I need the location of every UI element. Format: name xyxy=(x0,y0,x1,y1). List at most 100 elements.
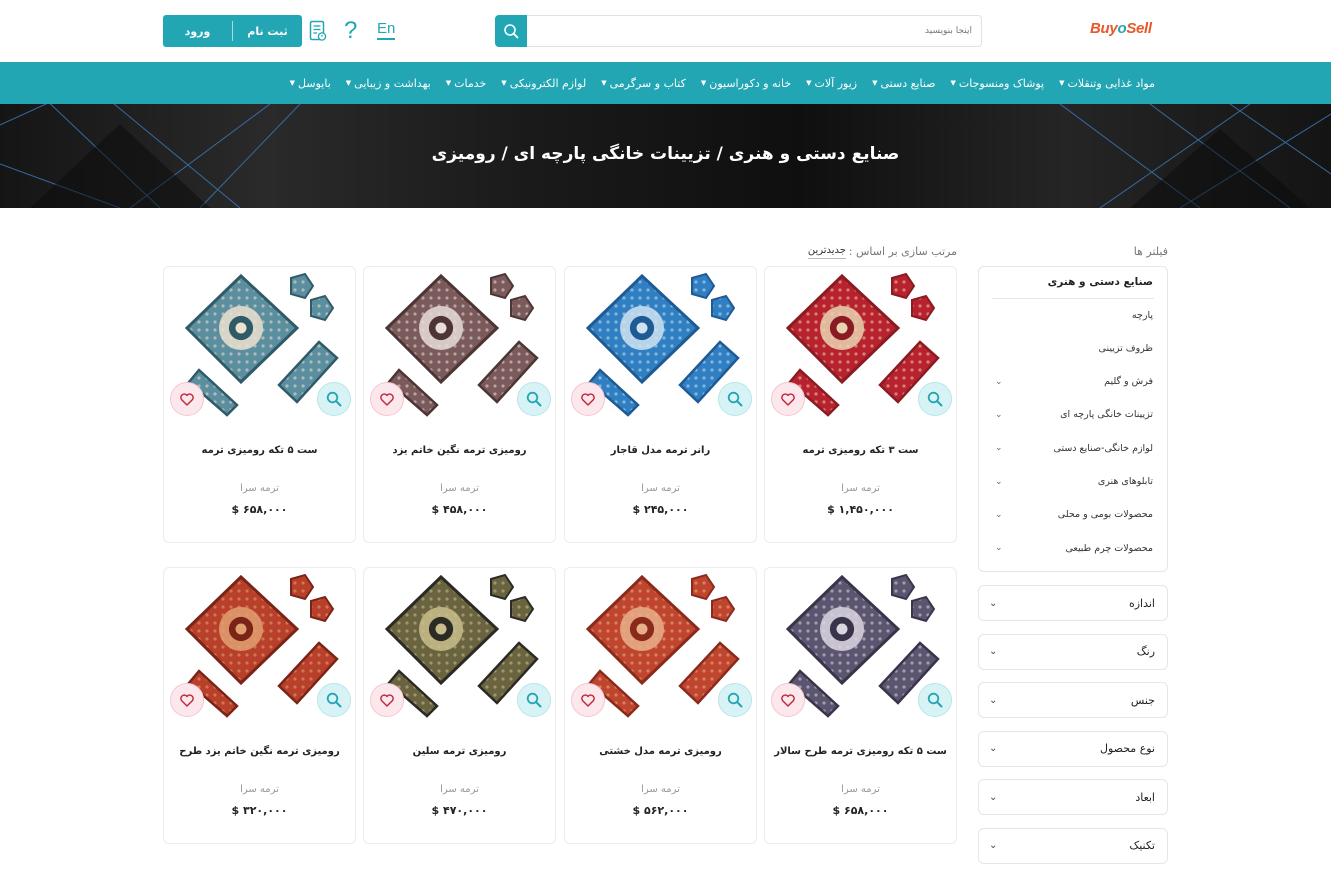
product-brand: ترمه سرا xyxy=(240,483,279,494)
product-name[interactable]: رومیزی ترمه نگین خاتم یزد طرح xyxy=(164,746,355,757)
filter-group-label: اندازه xyxy=(1128,596,1155,610)
chevron-down-icon[interactable]: ⌄ xyxy=(995,410,1003,420)
sort-option-newest[interactable]: جدیدترین xyxy=(807,245,846,259)
chevron-down-icon[interactable]: ⌄ xyxy=(995,543,1003,553)
product-card[interactable]: رومیزی ترمه سلین ترمه سرا $ ۴۷۰,۰۰۰ xyxy=(363,567,556,844)
chevron-down-icon[interactable]: ⌄ xyxy=(995,477,1003,487)
filter-group[interactable]: جنس ⌄ xyxy=(978,682,1168,718)
chevron-down-icon[interactable]: ⌄ xyxy=(995,443,1003,453)
search-icon xyxy=(927,692,943,708)
category-filter-heading[interactable]: صنایع دستی و هنری xyxy=(1048,276,1153,288)
category-item-label: تابلوهای هنری xyxy=(1097,476,1153,487)
filter-group[interactable]: تکنیک ⌄ xyxy=(978,827,1168,864)
product-card[interactable]: ست ۵ تکه رومیزی ترمه طرح سالار ترمه سرا $ … xyxy=(764,567,957,844)
search-button[interactable] xyxy=(495,15,527,47)
search-icon xyxy=(326,391,342,407)
add-to-wishlist-button[interactable] xyxy=(571,382,605,416)
filter-group[interactable]: نوع محصول ⌄ xyxy=(978,730,1168,767)
product-card[interactable]: رومیزی ترمه نگین خاتم یزد طرح ترمه سرا $ ۳… xyxy=(163,567,356,844)
product-card[interactable]: ست ۵ تکه رومیزی ترمه ترمه سرا $ ۶۵۸,۰۰۰ xyxy=(163,266,356,543)
category-item[interactable]: ظروف تزیینی xyxy=(995,341,1153,355)
add-to-wishlist-button[interactable] xyxy=(571,683,605,717)
chevron-down-icon: ⌄ xyxy=(989,743,998,754)
add-to-wishlist-button[interactable] xyxy=(370,683,404,717)
filter-group[interactable]: ابعاد ⌄ xyxy=(978,779,1168,815)
search-input[interactable] xyxy=(532,16,972,46)
quick-view-button[interactable] xyxy=(718,683,752,717)
category-item[interactable]: پارچه xyxy=(995,308,1153,322)
search-icon xyxy=(504,24,519,39)
nav-item[interactable]: خانه و دکوراسیون ▼ xyxy=(701,77,791,90)
heart-icon xyxy=(180,392,194,406)
nav-item[interactable]: بایوسل ▼ xyxy=(290,77,331,90)
quick-view-button[interactable] xyxy=(918,683,952,717)
product-name[interactable]: رومیزی ترمه نگین خاتم یزد xyxy=(364,445,555,456)
quick-view-button[interactable] xyxy=(718,382,752,416)
nav-item[interactable]: خدمات ▼ xyxy=(446,77,487,90)
category-filter-box: صنایع دستی و هنری پارچه ظروف تزیینی فرش و … xyxy=(978,266,1168,572)
login-button[interactable]: ورود xyxy=(163,25,232,38)
category-item[interactable]: تابلوهای هنری ⌄ xyxy=(995,475,1153,489)
add-to-wishlist-button[interactable] xyxy=(170,382,204,416)
category-item[interactable]: لوازم خانگی-صنایع دستی ⌄ xyxy=(995,441,1153,455)
logo-text-sell: Sell xyxy=(1126,20,1152,37)
product-card[interactable]: ست ۳ تکه رومیزی ترمه ترمه سرا $ ۱,۴۵۰,۰۰۰ xyxy=(764,266,957,543)
category-divider xyxy=(992,298,1154,299)
nav-item[interactable]: صنایع دستی ▼ xyxy=(872,77,935,90)
caret-down-icon: ▼ xyxy=(289,79,296,87)
product-card[interactable]: رومیزی ترمه مدل خشتی ترمه سرا $ ۵۶۲,۰۰۰ xyxy=(564,567,757,844)
nav-item-label: لوازم الکترونیکی xyxy=(509,76,587,90)
nav-item[interactable]: مواد غذایی وتنقلات ▼ xyxy=(1059,77,1155,90)
quick-view-button[interactable] xyxy=(918,382,952,416)
product-card[interactable]: رانر ترمه مدل قاجار ترمه سرا $ ۲۴۵,۰۰۰ xyxy=(564,266,757,543)
product-name[interactable]: رانر ترمه مدل قاجار xyxy=(565,445,756,456)
nav-item-label: صنایع دستی xyxy=(880,76,936,90)
quick-view-button[interactable] xyxy=(317,683,351,717)
quick-view-button[interactable] xyxy=(517,382,551,416)
product-name[interactable]: ست ۳ تکه رومیزی ترمه xyxy=(765,445,956,456)
nav-item[interactable]: پوشاک ومنسوجات ▼ xyxy=(951,77,1045,90)
quick-view-button[interactable] xyxy=(517,683,551,717)
filters-title: فیلتر ها xyxy=(1133,245,1168,258)
chevron-down-icon: ⌄ xyxy=(989,597,998,609)
nav-item-label: خانه و دکوراسیون xyxy=(709,76,792,90)
site-logo[interactable]: BuyoSell xyxy=(1090,20,1152,37)
heart-icon xyxy=(781,392,795,406)
product-name[interactable]: ست ۵ تکه رومیزی ترمه طرح سالار xyxy=(765,746,956,757)
caret-down-icon: ▼ xyxy=(345,79,352,87)
filter-group[interactable]: رنگ ⌄ xyxy=(978,633,1168,670)
category-item[interactable]: فرش و گلیم ⌄ xyxy=(995,375,1153,389)
product-card[interactable]: رومیزی ترمه نگین خاتم یزد ترمه سرا $ ۴۵۸,۰… xyxy=(363,266,556,543)
caret-down-icon: ▼ xyxy=(1059,79,1065,87)
filter-group[interactable]: اندازه ⌄ xyxy=(978,585,1168,621)
product-brand: ترمه سرا xyxy=(641,483,680,494)
add-to-wishlist-button[interactable] xyxy=(370,382,404,416)
help-icon[interactable]: ? xyxy=(344,17,357,45)
nav-item[interactable]: لوازم الکترونیکی ▼ xyxy=(501,77,586,90)
order-list-icon[interactable] xyxy=(309,20,327,46)
category-item[interactable]: محصولات چرم طبیعی ⌄ xyxy=(995,541,1153,555)
nav-item[interactable]: زیور آلات ▼ xyxy=(806,77,857,90)
category-item-label: ظروف تزیینی xyxy=(1098,342,1153,354)
product-name[interactable]: رومیزی ترمه مدل خشتی xyxy=(565,746,756,757)
search-bar xyxy=(495,15,982,47)
chevron-down-icon[interactable]: ⌄ xyxy=(995,510,1003,520)
heart-icon xyxy=(581,392,595,406)
caret-down-icon: ▼ xyxy=(445,79,452,87)
chevron-down-icon[interactable]: ⌄ xyxy=(995,377,1003,387)
product-name[interactable]: ست ۵ تکه رومیزی ترمه xyxy=(164,445,355,456)
product-name[interactable]: رومیزی ترمه سلین xyxy=(364,746,555,757)
category-item[interactable]: تزیینات خانگی پارچه ای ⌄ xyxy=(995,408,1153,422)
category-item[interactable]: محصولات بومی و محلی ⌄ xyxy=(995,508,1153,522)
nav-item[interactable]: بهداشت و زیبایی ▼ xyxy=(346,77,431,90)
product-price: $ ۶۵۸,۰۰۰ xyxy=(832,804,889,817)
add-to-wishlist-button[interactable] xyxy=(771,382,805,416)
heart-icon xyxy=(180,693,194,707)
product-brand: ترمه سرا xyxy=(440,784,479,795)
language-switch-link[interactable]: En xyxy=(377,20,396,40)
add-to-wishlist-button[interactable] xyxy=(170,683,204,717)
register-button[interactable]: ثبت نام xyxy=(233,25,302,38)
nav-item[interactable]: کتاب و سرگرمی ▼ xyxy=(601,77,686,90)
add-to-wishlist-button[interactable] xyxy=(771,683,805,717)
quick-view-button[interactable] xyxy=(317,382,351,416)
